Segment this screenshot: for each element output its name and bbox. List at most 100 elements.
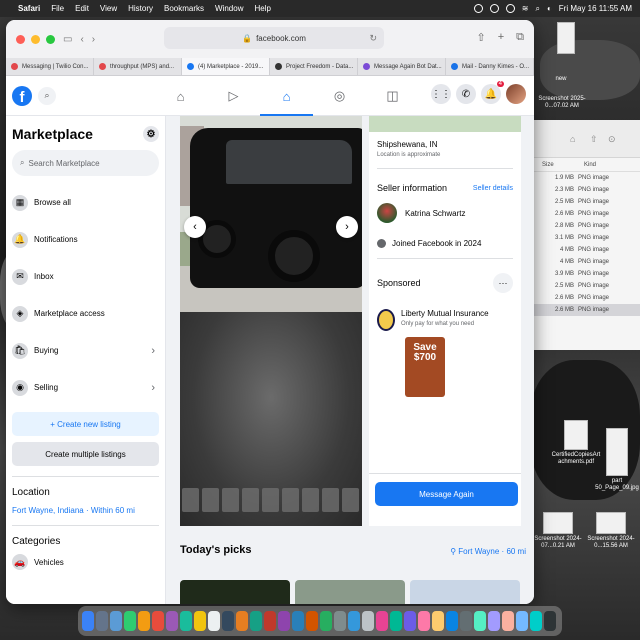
- browser-tab[interactable]: Message Again Bot Dat...: [358, 58, 446, 75]
- messenger-icon[interactable]: ✆: [456, 84, 476, 104]
- sidebar-item-vehicles[interactable]: 🚗 Vehicles: [12, 547, 159, 577]
- pick-card[interactable]: [410, 580, 520, 604]
- marketplace-icon[interactable]: ⌂: [260, 76, 313, 116]
- notifications-icon[interactable]: 🔔 4: [481, 81, 504, 104]
- browser-tab[interactable]: Mail - Danny Kimes - O...: [446, 58, 534, 75]
- tab-overview-icon[interactable]: ⧉: [516, 31, 524, 44]
- share-icon[interactable]: ⇧: [590, 134, 598, 145]
- file-row[interactable]: 2.8 MB PNG image: [520, 220, 640, 232]
- file-row[interactable]: 3.9 MB PNG image: [520, 268, 640, 280]
- menu-edit[interactable]: Edit: [75, 4, 89, 13]
- menu-view[interactable]: View: [100, 4, 117, 13]
- browser-tab[interactable]: (4) Marketplace - 2019...: [182, 58, 270, 75]
- dock-app-icon[interactable]: [544, 611, 556, 631]
- dock-app-icon[interactable]: [292, 611, 304, 631]
- dock-app-icon[interactable]: [208, 611, 220, 631]
- address-bar[interactable]: 🔒 facebook.com ↻: [164, 27, 384, 49]
- file-row[interactable]: 3.1 MB PNG image: [520, 232, 640, 244]
- minimize-button[interactable]: [31, 34, 40, 44]
- dock-app-icon[interactable]: [152, 611, 164, 631]
- next-photo-button[interactable]: ›: [336, 216, 358, 238]
- file-row[interactable]: 2.6 MB PNG image: [520, 208, 640, 220]
- thumbnail[interactable]: [302, 488, 319, 512]
- home-icon[interactable]: ⌂: [154, 76, 207, 116]
- menu-grid-icon[interactable]: ⋮⋮: [431, 84, 451, 104]
- ad-image[interactable]: Save $700: [405, 337, 445, 397]
- file-row[interactable]: 2.5 MB PNG image: [520, 280, 640, 292]
- dock-app-icon[interactable]: [376, 611, 388, 631]
- more-options-icon[interactable]: ···: [493, 273, 513, 293]
- more-icon[interactable]: ⊙: [608, 134, 616, 145]
- wifi-icon[interactable]: ≋: [522, 4, 529, 13]
- avatar[interactable]: [377, 203, 397, 223]
- seller-name[interactable]: Katrina Schwartz: [405, 209, 465, 218]
- previous-photo-button[interactable]: ‹: [184, 216, 206, 238]
- sidebar-item-notifications[interactable]: 🔔 Notifications: [12, 221, 159, 258]
- sidebar-item-inbox[interactable]: ✉ Inbox: [12, 258, 159, 295]
- new-tab-icon[interactable]: +: [498, 31, 504, 44]
- dock-app-icon[interactable]: [124, 611, 136, 631]
- dock-app-icon[interactable]: [138, 611, 150, 631]
- seller-profile[interactable]: Katrina Schwartz: [377, 203, 513, 223]
- dock-app-icon[interactable]: [110, 611, 122, 631]
- dock-app-icon[interactable]: [236, 611, 248, 631]
- dock-app-icon[interactable]: [96, 611, 108, 631]
- thumbnail[interactable]: [282, 488, 299, 512]
- dock-app-icon[interactable]: [82, 611, 94, 631]
- dock-app-icon[interactable]: [264, 611, 276, 631]
- browser-tab[interactable]: throughput (MPS) and...: [94, 58, 182, 75]
- sidebar-item-selling[interactable]: ◉ Selling ›: [12, 369, 159, 406]
- sidebar-item-buying[interactable]: 🛍 Buying ›: [12, 332, 159, 369]
- dock-app-icon[interactable]: [488, 611, 500, 631]
- create-multiple-listings-button[interactable]: Create multiple listings: [12, 442, 159, 466]
- file-row[interactable]: 2.6 MB PNG image: [520, 304, 640, 316]
- thumbnail[interactable]: [222, 488, 239, 512]
- dock-app-icon[interactable]: [348, 611, 360, 631]
- browser-tab[interactable]: Project Freedom - Data...: [270, 58, 358, 75]
- dock-app-icon[interactable]: [432, 611, 444, 631]
- dock-app-icon[interactable]: [166, 611, 178, 631]
- dock-app-icon[interactable]: [418, 611, 430, 631]
- dock-app-icon[interactable]: [222, 611, 234, 631]
- desktop-icon[interactable]: Screenshot 2024-0...15.56 AM: [586, 512, 636, 550]
- sponsored-ad[interactable]: Liberty Mutual Insurance Only pay for wh…: [377, 309, 513, 331]
- finder-window[interactable]: ⌂ ⇧ ⊙ Size Kind 1.9 MB PNG image 2.3 MB PNG…: [520, 120, 640, 350]
- thumbnail[interactable]: [262, 488, 279, 512]
- thumbnail[interactable]: [322, 488, 339, 512]
- sidebar-toggle-icon[interactable]: ▭: [63, 34, 72, 45]
- file-row[interactable]: 4 MB PNG image: [520, 256, 640, 268]
- tag-icon[interactable]: ⌂: [570, 134, 575, 144]
- file-row[interactable]: 2.6 MB PNG image: [520, 292, 640, 304]
- menu-bookmarks[interactable]: Bookmarks: [164, 4, 204, 13]
- groups-icon[interactable]: ◎: [313, 76, 366, 116]
- search-icon[interactable]: ⌕: [38, 86, 56, 105]
- location-map[interactable]: [369, 116, 521, 132]
- thumbnail[interactable]: [202, 488, 219, 512]
- file-row[interactable]: 2.3 MB PNG image: [520, 184, 640, 196]
- dock-app-icon[interactable]: [460, 611, 472, 631]
- dock-app-icon[interactable]: [320, 611, 332, 631]
- desktop-icon[interactable]: [546, 22, 586, 56]
- dock-app-icon[interactable]: [530, 611, 542, 631]
- location-link[interactable]: Fort Wayne, Indiana · Within 60 mi: [12, 506, 159, 515]
- file-row[interactable]: 2.5 MB PNG image: [520, 196, 640, 208]
- status-icon[interactable]: [473, 4, 483, 13]
- facebook-logo[interactable]: f: [12, 85, 32, 106]
- menu-file[interactable]: File: [51, 4, 64, 13]
- datetime[interactable]: Fri May 16 11:55 AM: [559, 4, 632, 13]
- column-kind[interactable]: Kind: [584, 162, 626, 168]
- search-icon[interactable]: ⌕: [535, 4, 539, 14]
- thumbnail[interactable]: [242, 488, 259, 512]
- desktop-icon[interactable]: part 50_Page_09.jpg: [594, 428, 640, 492]
- dock-app-icon[interactable]: [180, 611, 192, 631]
- video-icon[interactable]: ▷: [207, 76, 260, 116]
- todays-picks-location[interactable]: ⚲ Fort Wayne · 60 mi: [450, 547, 526, 556]
- ad-title[interactable]: Liberty Mutual Insurance: [401, 309, 489, 318]
- zoom-button[interactable]: [46, 34, 55, 44]
- forward-icon[interactable]: ›: [92, 34, 95, 45]
- file-row[interactable]: 4 MB PNG image: [520, 244, 640, 256]
- dock-app-icon[interactable]: [306, 611, 318, 631]
- back-icon[interactable]: ‹: [80, 34, 83, 45]
- gaming-icon[interactable]: ◫: [366, 76, 419, 116]
- desktop-icon[interactable]: Screenshot 2025-0...07.02 AM: [532, 96, 592, 110]
